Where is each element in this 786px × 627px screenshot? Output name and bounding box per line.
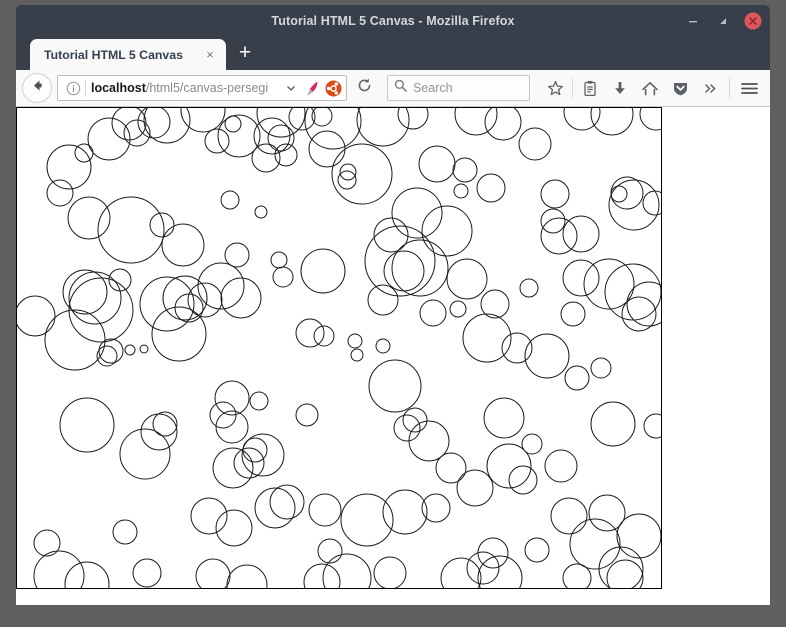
hamburger-menu-icon[interactable] — [734, 73, 764, 103]
search-icon — [394, 79, 407, 97]
minimize-window-button[interactable] — [684, 12, 702, 30]
search-input[interactable]: Search — [387, 75, 530, 101]
url-host: localhost — [91, 81, 146, 95]
bookmark-star-icon[interactable] — [540, 73, 570, 103]
close-window-button[interactable] — [744, 12, 762, 30]
toolbar-divider — [572, 78, 573, 98]
tab-tutorial-html-5-canvas[interactable]: Tutorial HTML 5 Canvas × — [30, 39, 226, 70]
browser-window: Tutorial HTML 5 Canvas - Mozilla Firefox — [16, 5, 770, 605]
title-bar: Tutorial HTML 5 Canvas - Mozilla Firefox — [16, 5, 770, 37]
search-placeholder: Search — [413, 81, 453, 95]
reload-icon — [356, 77, 373, 99]
ubuntu-circle-icon[interactable] — [324, 78, 342, 98]
window-title: Tutorial HTML 5 Canvas - Mozilla Firefox — [16, 5, 770, 37]
overflow-chevrons-icon[interactable] — [695, 73, 725, 103]
url-bar[interactable]: localhost/html5/canvas-persegi — [57, 75, 347, 101]
page-info-icon[interactable] — [62, 77, 84, 99]
downloads-icon[interactable] — [605, 73, 635, 103]
canvas-circles-drawing — [17, 108, 661, 588]
url-divider — [85, 80, 86, 97]
html5-canvas[interactable] — [16, 107, 662, 589]
new-tab-button[interactable]: + — [230, 39, 260, 70]
chevron-down-icon[interactable] — [282, 78, 300, 98]
window-controls — [684, 5, 762, 37]
toolbar-icons — [540, 73, 764, 103]
navigation-toolbar: localhost/html5/canvas-persegi — [16, 70, 770, 107]
url-action-icons — [280, 78, 342, 98]
reload-button[interactable] — [349, 73, 379, 103]
menu-divider — [729, 77, 730, 99]
url-text: localhost/html5/canvas-persegi — [91, 76, 280, 100]
reading-list-icon[interactable] — [575, 73, 605, 103]
back-button[interactable] — [22, 73, 52, 103]
url-path: /html5/canvas-persegi — [146, 81, 268, 95]
tab-strip: Tutorial HTML 5 Canvas × + — [16, 37, 770, 70]
back-arrow-icon — [29, 77, 46, 99]
page-content — [16, 107, 770, 605]
pocket-shield-icon[interactable] — [665, 73, 695, 103]
feather-pen-icon[interactable] — [303, 78, 321, 98]
tab-close-icon[interactable]: × — [202, 47, 218, 63]
page-bottom-spacer — [16, 597, 770, 605]
restore-window-button[interactable] — [714, 12, 732, 30]
home-icon[interactable] — [635, 73, 665, 103]
tab-label: Tutorial HTML 5 Canvas — [44, 48, 194, 62]
